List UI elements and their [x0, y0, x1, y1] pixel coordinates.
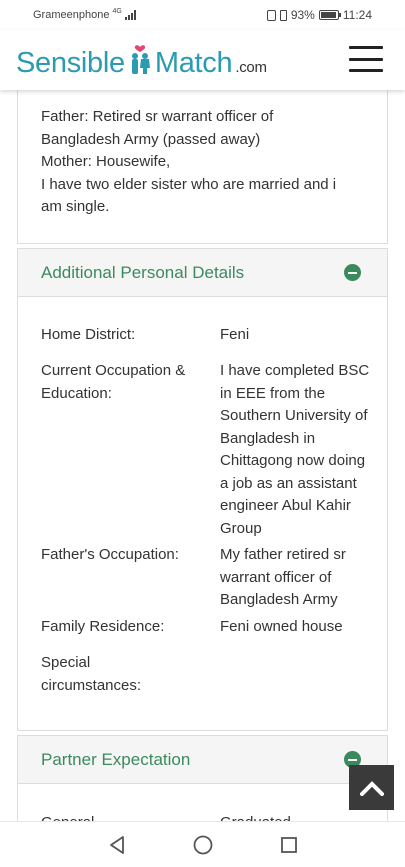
home-circle-icon[interactable] [191, 833, 215, 857]
family-line: I have two elder sister who are married … [41, 175, 337, 193]
couple-logo-icon [127, 44, 153, 76]
family-line: Mother: Housewife, [41, 153, 171, 170]
detail-label: Current Occupation & Education: [41, 362, 186, 402]
recents-square-icon[interactable] [277, 833, 301, 857]
family-info-card: Father: Retired sr warrant officer of Ba… [17, 86, 388, 244]
scroll-to-top-button[interactable] [349, 765, 394, 810]
section-title: Additional Personal Details [41, 262, 245, 282]
battery-percent: 93% [290, 8, 315, 22]
family-line: Bangladesh Army (passed away) [41, 130, 261, 148]
detail-value: I have completed BSC in EEE from the Sou… [220, 362, 370, 537]
site-header: Sensible Match .com [0, 30, 405, 90]
chevron-up-icon [359, 780, 384, 796]
detail-value: Feni [220, 326, 250, 343]
battery-icon [318, 10, 341, 20]
hamburger-icon[interactable] [349, 46, 383, 72]
carrier-name: Grameenphone [33, 9, 110, 21]
section-title: Partner Expectation [41, 749, 191, 769]
nfc-icon [266, 9, 276, 21]
logo-text-sensible: Sensible [16, 47, 125, 79]
back-triangle-icon[interactable] [105, 833, 129, 857]
detail-label: Family Residence: [41, 618, 165, 635]
network-type: 4G [112, 7, 122, 15]
system-nav-bar [0, 821, 405, 867]
detail-value: Feni owned house [220, 618, 343, 635]
additional-details-body: Home District: Feni Current Occupation &… [17, 297, 388, 731]
status-right: 93% 11:24 [266, 8, 372, 22]
detail-label: Father's Occupation: [41, 546, 179, 563]
logo-text-match: Match [154, 47, 233, 79]
site-logo[interactable]: Sensible Match .com [16, 40, 267, 80]
signal-icon [124, 10, 136, 20]
minus-circle-icon[interactable] [344, 264, 361, 281]
logo-text-com: .com [235, 59, 267, 76]
vibrate-icon [279, 9, 287, 21]
status-bar: Grameenphone 4G 93% 11:24 [0, 0, 405, 30]
additional-details-header[interactable]: Additional Personal Details [17, 248, 388, 297]
family-line: am single. [41, 198, 110, 215]
detail-value: My father retired sr warrant officer of … [220, 546, 346, 608]
battery-fill [320, 12, 336, 18]
detail-label: Home District: [41, 326, 136, 343]
clock: 11:24 [342, 8, 372, 22]
partner-expectation-body: General Graduated [17, 784, 388, 824]
detail-label: Special circumstances: [41, 654, 142, 694]
status-left: Grameenphone 4G [33, 7, 136, 21]
partner-expectation-header[interactable]: Partner Expectation [17, 735, 388, 784]
family-line: Father: Retired sr warrant officer of [41, 108, 274, 125]
